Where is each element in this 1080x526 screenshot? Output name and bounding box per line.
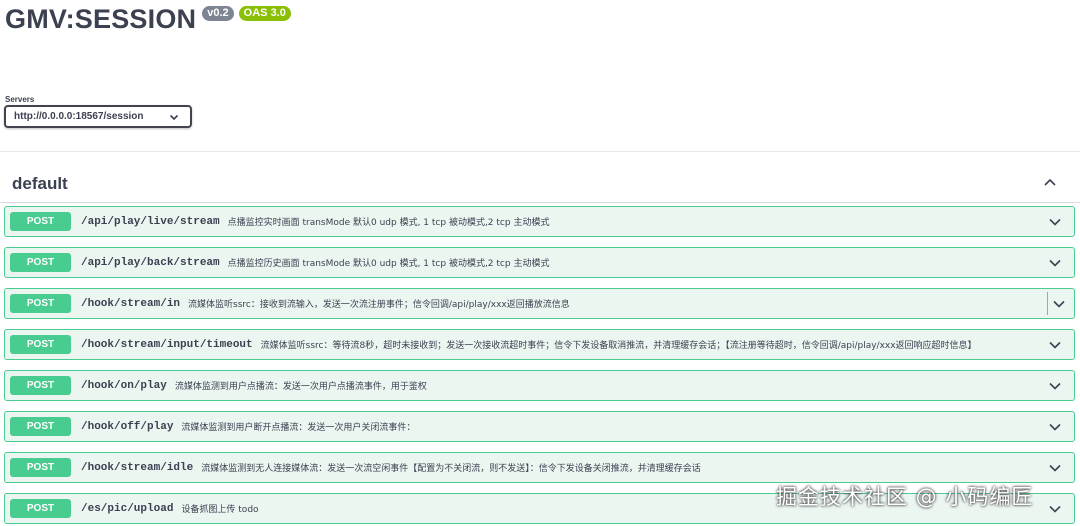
operation-path: /hook/off/play: [81, 420, 174, 433]
method-badge: POST: [10, 294, 71, 313]
oas-badge: OAS 3.0: [238, 6, 291, 21]
servers-label: Servers: [5, 95, 35, 104]
chevron-up-icon[interactable]: [1043, 175, 1057, 189]
tag-name: default: [12, 174, 68, 193]
chevron-down-icon[interactable]: [1048, 256, 1062, 270]
chevron-down-icon[interactable]: [1048, 379, 1062, 393]
operation-path: /api/play/live/stream: [81, 215, 220, 228]
operation-row[interactable]: POST /hook/stream/in 流媒体监听ssrc：接收到流输入，发送…: [4, 288, 1075, 319]
operation-row[interactable]: POST /hook/stream/input/timeout 流媒体监听ssr…: [4, 329, 1075, 360]
operation-path: /api/play/back/stream: [81, 256, 220, 269]
method-badge: POST: [10, 458, 71, 477]
section-divider: [0, 151, 1080, 152]
expand-button[interactable]: [1047, 292, 1070, 315]
chevron-down-icon[interactable]: [1048, 461, 1062, 475]
chevron-down-icon: [169, 114, 179, 121]
operation-row[interactable]: POST /hook/stream/idle 流媒体监测到无人连接媒体流：发送一…: [4, 452, 1075, 483]
operation-summary: 点播监控实时画面 transMode 默认0 udp 模式, 1 tcp 被动模…: [227, 218, 550, 228]
chevron-down-icon[interactable]: [1048, 420, 1062, 434]
method-badge: POST: [10, 253, 71, 272]
operation-row[interactable]: POST /api/play/back/stream 点播监控历史画面 tran…: [4, 247, 1075, 278]
tag-section-header[interactable]: default: [0, 166, 1080, 203]
operation-path: /hook/stream/input/timeout: [81, 338, 253, 351]
operation-row[interactable]: POST /hook/off/play 流媒体监测到用户断开点播流：发送一次用户…: [4, 411, 1075, 442]
chevron-down-icon[interactable]: [1048, 502, 1062, 516]
method-badge: POST: [10, 212, 71, 231]
operation-summary: 流媒体监测到无人连接媒体流：发送一次流空闲事件【配置为不关闭流，则不发送】：信令…: [201, 464, 701, 474]
chevron-down-icon: [1053, 300, 1065, 308]
operation-row[interactable]: POST /api/play/live/stream 点播监控实时画面 tran…: [4, 206, 1075, 237]
operation-path: /hook/stream/idle: [81, 461, 194, 474]
watermark: 掘金技术社区 @ 小码编匠: [776, 485, 1034, 509]
chevron-down-icon[interactable]: [1048, 215, 1062, 229]
operation-summary: 流媒体监测到用户断开点播流：发送一次用户关闭流事件：: [181, 423, 416, 433]
operation-summary: 流媒体监听ssrc：等待流8秒，超时未接收到；发送一次接收流超时事件；信令下发设…: [260, 341, 977, 351]
chevron-down-icon[interactable]: [1048, 338, 1062, 352]
api-info-header: GMV:SESSION v0.2 OAS 3.0: [5, 3, 291, 35]
operation-summary: 流媒体监测到用户点播流：发送一次用户点播流事件，用于鉴权: [174, 382, 427, 392]
operation-path: /hook/on/play: [81, 379, 167, 392]
operation-summary: 流媒体监听ssrc：接收到流输入，发送一次流注册事件；信令回调/api/play…: [188, 300, 570, 310]
method-badge: POST: [10, 417, 71, 436]
servers-select[interactable]: http://0.0.0.0:18567/session: [4, 105, 192, 128]
operation-summary: 点播监控历史画面 transMode 默认0 udp 模式, 1 tcp 被动模…: [227, 259, 550, 269]
version-badge: v0.2: [202, 6, 234, 21]
operation-summary: 设备抓图上传 todo: [181, 505, 259, 515]
servers-selected-value: http://0.0.0.0:18567/session: [14, 111, 144, 122]
operation-row[interactable]: POST /hook/on/play 流媒体监测到用户点播流：发送一次用户点播流…: [4, 370, 1075, 401]
operation-path: /es/pic/upload: [81, 502, 174, 515]
method-badge: POST: [10, 335, 71, 354]
operation-path: /hook/stream/in: [81, 297, 181, 310]
method-badge: POST: [10, 376, 71, 395]
method-badge: POST: [10, 499, 71, 518]
api-title: GMV:SESSION: [5, 4, 197, 34]
